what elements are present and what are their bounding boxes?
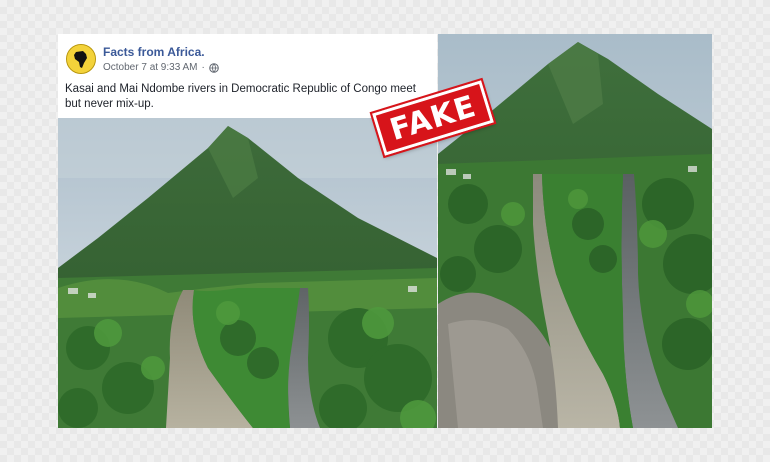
africa-map-icon xyxy=(67,45,95,73)
page-name-link[interactable]: Facts from Africa. xyxy=(103,45,205,59)
post-header: Facts from Africa. October 7 at 9:33 AM … xyxy=(58,34,437,118)
post-photo-river-confluence xyxy=(58,118,437,428)
post-meta: October 7 at 9:33 AM · xyxy=(103,62,219,73)
facebook-post-card: Facts from Africa. October 7 at 9:33 AM … xyxy=(58,34,437,428)
post-timestamp[interactable]: October 7 at 9:33 AM xyxy=(103,62,198,73)
globe-icon xyxy=(209,62,219,73)
meta-separator: · xyxy=(201,62,205,73)
post-caption: Kasai and Mai Ndombe rivers in Democrati… xyxy=(65,83,416,110)
page-avatar[interactable] xyxy=(66,44,96,74)
